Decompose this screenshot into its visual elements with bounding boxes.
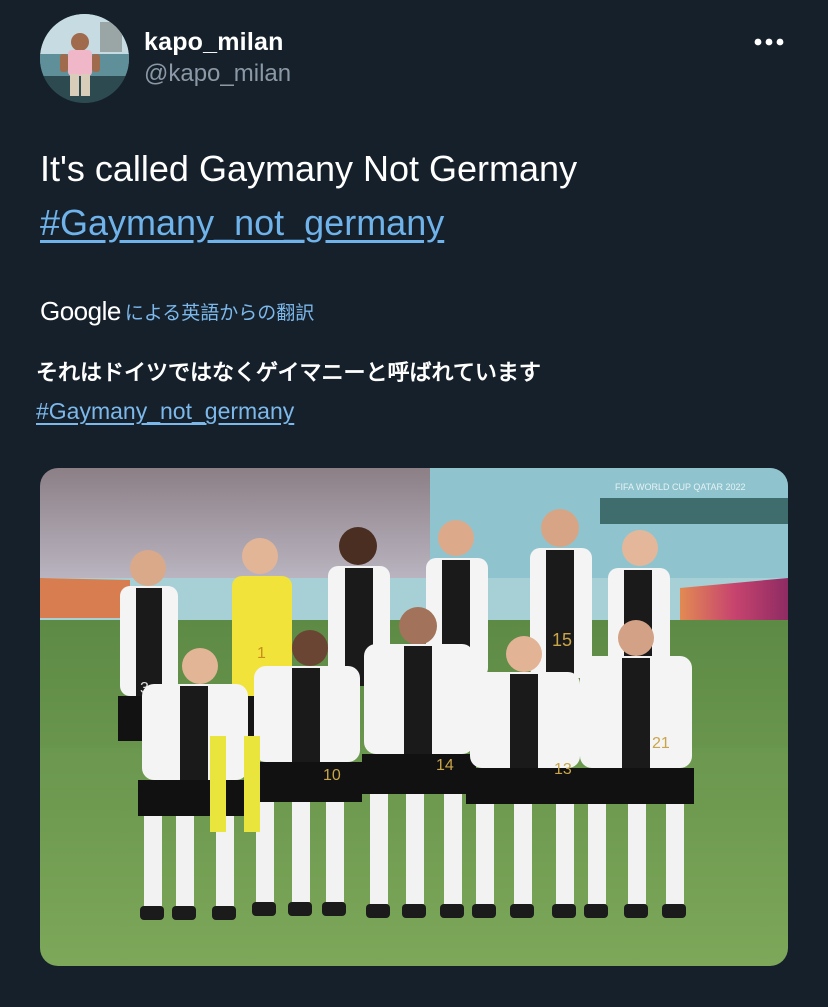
tweet-card: kapo_milan @kapo_milan It's called Gayma… [0,0,828,1007]
team-photo: FIFA WORLD CUP QATAR 2022 3 1 15 10 14 1… [40,468,788,966]
tweet-photo[interactable]: FIFA WORLD CUP QATAR 2022 3 1 15 10 14 1… [40,468,788,966]
author-handle[interactable]: @kapo_milan [144,60,291,88]
author-avatar[interactable] [40,14,129,103]
jersey-number: 13 [554,761,572,778]
tweet-text: It's called Gaymany Not Germany #Gaymany… [40,142,780,250]
translated-hashtag-link[interactable]: #Gaymany_not_germany [36,398,294,425]
jersey-number: 21 [652,735,670,752]
avatar-photo [40,14,129,103]
tweet-main-line: It's called Gaymany Not Germany [40,148,578,189]
translation-source-link[interactable]: による英語からの翻訳 [125,298,314,325]
translated-text: それはドイツではなくゲイマニーと呼ばれています [36,360,541,385]
stadium-banner-text: FIFA WORLD CUP QATAR 2022 [615,482,746,492]
jersey-number: 14 [436,757,454,774]
jersey-number: 10 [323,767,341,784]
google-logo: Google [40,295,121,326]
author-display-name[interactable]: kapo_milan [144,28,284,57]
jersey-number: 1 [257,645,266,662]
translation-attribution: Google による英語からの翻訳 [40,294,314,328]
tweet-hashtag-link[interactable]: #Gaymany_not_germany [40,196,780,250]
more-options-icon[interactable] [746,30,792,54]
jersey-number: 15 [552,630,572,650]
